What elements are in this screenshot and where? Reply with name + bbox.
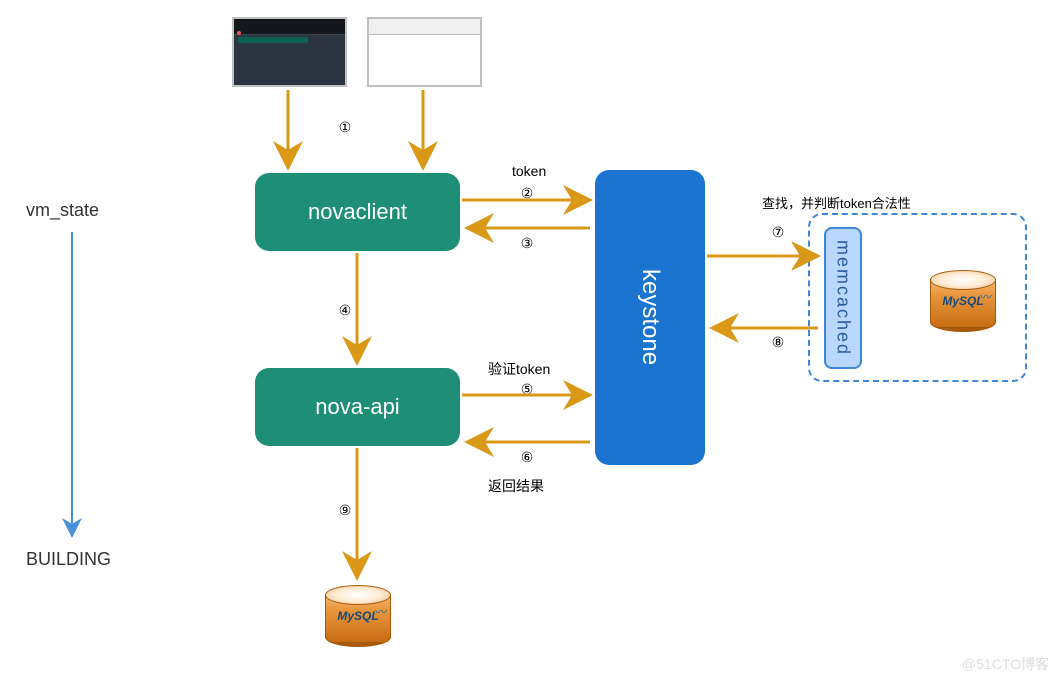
mysql-db-icon: 〰 MySQL [930, 270, 996, 328]
watermark: @51CTO博客 [962, 654, 1049, 674]
terminal-thumbnail [232, 17, 347, 87]
step-8: ⑧ [768, 332, 788, 352]
step-1: ① [335, 117, 355, 137]
memcached-label: memcached [833, 240, 854, 356]
keystone-label: keystone [636, 269, 664, 365]
step-5: ⑤ [517, 379, 537, 399]
diagram-canvas: vm_state BUILDING novaclient nova-api ke… [0, 0, 1061, 680]
return-result-label: 返回结果 [488, 476, 544, 496]
step-9: ⑨ [335, 500, 355, 520]
nova-api-label: nova-api [315, 394, 399, 420]
browser-thumbnail [367, 17, 482, 87]
keystone-box: keystone [595, 170, 705, 465]
step-4: ④ [335, 300, 355, 320]
verify-token-label: 验证token [488, 359, 550, 379]
vm-state-value: BUILDING [26, 549, 111, 570]
mysql-label-1: MySQL [930, 294, 996, 308]
nova-api-box: nova-api [255, 368, 460, 446]
novaclient-label: novaclient [308, 199, 407, 225]
mysql-db-icon-2: 〰 MySQL [325, 585, 391, 643]
vm-state-label: vm_state [26, 200, 99, 221]
mysql-label-2: MySQL [325, 609, 391, 623]
novaclient-box: novaclient [255, 173, 460, 251]
memcached-box: memcached [824, 227, 862, 369]
token-label: token [512, 163, 546, 179]
step-6: ⑥ [517, 447, 537, 467]
lookup-label: 查找，并判断token合法性 [762, 193, 911, 212]
step-7: ⑦ [768, 222, 788, 242]
step-2: ② [517, 183, 537, 203]
step-3: ③ [517, 233, 537, 253]
